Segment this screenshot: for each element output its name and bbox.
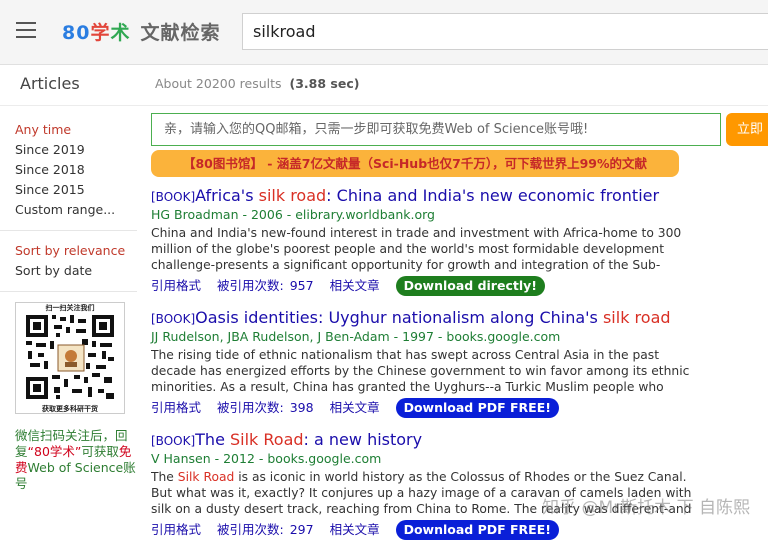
related-link[interactable]: 相关文章	[330, 278, 380, 293]
cited-by-link[interactable]: 被引用次数: 957	[217, 278, 314, 293]
result-links: 引用格式 被引用次数: 957 相关文章 Download directly!	[151, 276, 696, 296]
filter-since-2015[interactable]: Since 2015	[15, 180, 137, 200]
cited-by-link[interactable]: 被引用次数: 297	[217, 522, 314, 537]
results-stats: About 20200 results (3.88 sec)	[155, 76, 360, 91]
articles-label[interactable]: Articles	[20, 74, 80, 93]
cited-by-link[interactable]: 被引用次数: 398	[217, 400, 314, 415]
result-item: [BOOK]Oasis identities: Uyghur nationali…	[151, 308, 696, 418]
search-input[interactable]: silkroad	[242, 13, 768, 50]
sidebar-divider	[0, 291, 137, 292]
download-button[interactable]: Download directly!	[395, 276, 545, 296]
result-item: [BOOK]The Silk Road: a new history V Han…	[151, 430, 696, 540]
result-meta: V Hansen - 2012 - books.google.com	[151, 451, 382, 466]
result-meta: HG Broadman - 2006 - elibrary.worldbank.…	[151, 207, 435, 222]
result-links: 引用格式 被引用次数: 398 相关文章 Download PDF FREE!	[151, 398, 696, 418]
wechat-promo-text: 微信扫码关注后，回复“80学术”可获取免费Web of Science账号	[15, 428, 136, 491]
site-logo[interactable]: 80学术 文献检索	[62, 18, 221, 45]
result-links: 引用格式 被引用次数: 297 相关文章 Download PDF FREE!	[151, 520, 696, 540]
result-title[interactable]: [BOOK]Oasis identities: Uyghur nationali…	[151, 308, 696, 327]
watermark: 知乎 @Mr斯托木 下 自陈熙	[542, 498, 750, 518]
filter-any-time[interactable]: Any time	[15, 120, 137, 140]
get-now-button[interactable]: 立即	[726, 113, 768, 146]
qq-email-input[interactable]: 亲，请输入您的QQ邮箱，只需一步即可获取免费Web of Science账号哦!	[151, 113, 721, 146]
filter-since-2019[interactable]: Since 2019	[15, 140, 137, 160]
top-header: 80学术 文献检索 silkroad	[0, 0, 768, 65]
cite-link[interactable]: 引用格式	[151, 278, 201, 293]
menu-icon[interactable]	[16, 22, 36, 38]
result-snippet: China and India's new-found interest in …	[151, 226, 682, 272]
related-link[interactable]: 相关文章	[330, 400, 380, 415]
cite-link[interactable]: 引用格式	[151, 400, 201, 415]
result-title[interactable]: [BOOK]The Silk Road: a new history	[151, 430, 696, 449]
cite-link[interactable]: 引用格式	[151, 522, 201, 537]
result-title[interactable]: [BOOK]Africa's silk road: China and Indi…	[151, 186, 696, 205]
filter-custom-range[interactable]: Custom range...	[15, 200, 137, 220]
results-subbar	[0, 65, 768, 106]
sidebar-divider	[0, 230, 137, 231]
result-meta: JJ Rudelson, JBA Rudelson, J Ben-Adam - …	[151, 329, 561, 344]
sort-by-date[interactable]: Sort by date	[15, 261, 137, 281]
related-link[interactable]: 相关文章	[330, 522, 380, 537]
result-item: [BOOK]Africa's silk road: China and Indi…	[151, 186, 696, 296]
qr-code-icon	[24, 313, 116, 401]
library-banner[interactable]: 【80图书馆】 - 涵盖7亿文献量（Sci-Hub也仅7千万），可下载世界上99…	[151, 150, 679, 177]
download-pdf-button[interactable]: Download PDF FREE!	[395, 520, 559, 540]
result-snippet: The rising tide of ethnic nationalism th…	[151, 348, 690, 394]
wechat-qr-code: 扫一扫关注我们 获取更多科研干货	[15, 302, 125, 414]
download-pdf-button[interactable]: Download PDF FREE!	[395, 398, 559, 418]
sidebar: Any time Since 2019 Since 2018 Since 201…	[0, 120, 137, 492]
filter-since-2018[interactable]: Since 2018	[15, 160, 137, 180]
sort-by-relevance[interactable]: Sort by relevance	[15, 241, 137, 261]
